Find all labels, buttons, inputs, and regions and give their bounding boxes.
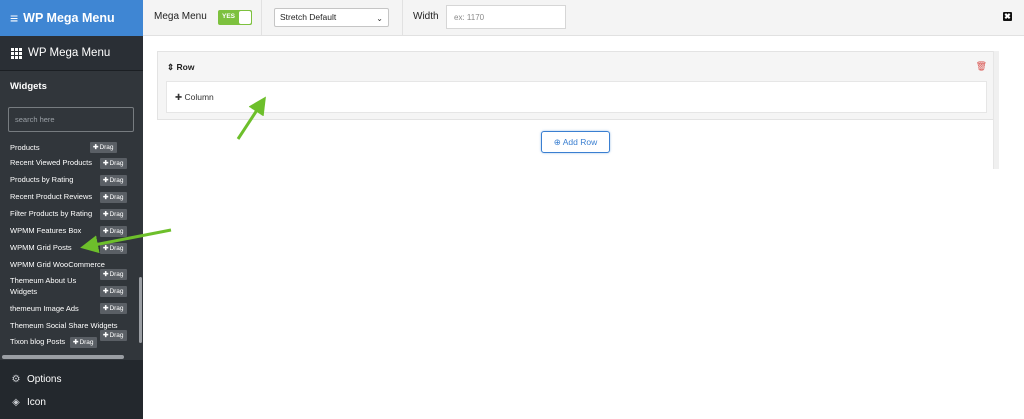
builder-scrollbar[interactable] xyxy=(993,51,999,169)
sidebar-item-icon[interactable]: ◈ Icon xyxy=(11,397,46,408)
column-label: Column xyxy=(184,92,214,102)
stretch-select[interactable]: Stretch Default ⌄ xyxy=(274,8,389,27)
widget-search-input[interactable] xyxy=(8,107,134,132)
plus-icon: ✚ xyxy=(93,144,99,151)
close-icon[interactable]: ✖ xyxy=(1003,12,1012,21)
plus-icon: ✚ xyxy=(73,339,79,346)
widget-name-line2: Widgets xyxy=(10,287,38,296)
drag-button[interactable]: ✚Drag xyxy=(100,192,127,203)
column-label-wrap: ✚ Column xyxy=(175,92,214,103)
widget-name: Tixon blog Posts xyxy=(10,337,66,346)
sidebar: ≡ WP Mega Menu WP Mega Menu Widgets Prod… xyxy=(0,0,143,419)
cube-icon: ◈ xyxy=(12,397,20,408)
widgets-horizontal-scrollbar[interactable] xyxy=(2,355,124,359)
widgets-heading: Widgets xyxy=(10,81,47,92)
drag-button[interactable]: ✚Drag xyxy=(100,209,127,220)
widget-name: Products by Rating xyxy=(10,175,74,184)
brand-header[interactable]: ≡ WP Mega Menu xyxy=(0,0,143,36)
drag-button[interactable]: ✚Drag xyxy=(100,226,127,237)
move-icon: ✚ xyxy=(175,92,183,102)
plus-icon: ✚ xyxy=(103,271,109,278)
settings-toolbar: Mega Menu YES Stretch Default ⌄ Width ✖ xyxy=(143,0,1024,36)
sort-icon: ⇕ xyxy=(167,62,175,72)
plus-icon: ✚ xyxy=(103,160,109,167)
row-container: ⇕ Row 🗑 ✚ Column xyxy=(157,51,995,120)
width-input[interactable] xyxy=(446,5,566,29)
widgets-vertical-scrollbar[interactable] xyxy=(139,277,142,343)
add-row-button[interactable]: ⊕ Add Row xyxy=(541,131,610,153)
mega-menu-label: Mega Menu xyxy=(154,11,207,22)
brand-title: WP Mega Menu xyxy=(23,11,115,25)
drag-button[interactable]: ✚Drag xyxy=(100,175,127,186)
plus-icon: ✚ xyxy=(103,228,109,235)
sidebar-item-label: Icon xyxy=(27,397,46,408)
plus-circle-icon: ⊕ xyxy=(553,137,561,147)
width-label: Width xyxy=(413,11,439,22)
widget-name: Recent Viewed Products xyxy=(10,158,92,167)
widget-name: WPMM Grid WooCommerce xyxy=(10,260,105,269)
add-row-label: Add Row xyxy=(562,137,598,147)
widget-name: WPMM Grid Posts xyxy=(10,243,72,252)
widgets-panel: Widgets Products ✚Drag Recent Viewed Pro… xyxy=(0,71,143,360)
widget-name: themeum Image Ads xyxy=(10,304,79,313)
plus-icon: ✚ xyxy=(103,194,109,201)
mega-menu-toggle[interactable]: YES xyxy=(218,10,252,25)
drag-button[interactable]: ✚Drag xyxy=(100,269,127,280)
sidebar-item-options[interactable]: ⚙ Options xyxy=(11,374,62,385)
widget-name: Filter Products by Rating xyxy=(10,209,93,218)
sidebar-item-label: Options xyxy=(27,374,62,385)
grid-icon xyxy=(11,47,22,59)
menu-item-wp-mega-menu[interactable]: WP Mega Menu xyxy=(0,36,143,71)
widget-name: WPMM Features Box xyxy=(10,226,82,235)
toggle-knob xyxy=(239,11,251,24)
trash-icon[interactable]: 🗑 xyxy=(976,61,987,72)
widget-name: Recent Product Reviews xyxy=(10,192,93,201)
chevron-down-icon: ⌄ xyxy=(376,14,383,23)
drag-button[interactable]: ✚Drag xyxy=(100,303,127,314)
column-dropzone[interactable]: ✚ Column xyxy=(166,81,987,113)
drag-button[interactable]: ✚Drag xyxy=(90,142,117,153)
plus-icon: ✚ xyxy=(103,332,109,339)
select-value: Stretch Default xyxy=(280,12,337,22)
plus-icon: ✚ xyxy=(103,305,109,312)
menu-item-label: WP Mega Menu xyxy=(28,47,111,59)
plus-icon: ✚ xyxy=(103,245,109,252)
drag-button[interactable]: ✚Drag xyxy=(70,337,97,348)
widget-name: Products xyxy=(10,143,40,152)
divider xyxy=(402,0,403,36)
widget-name-line1: Themeum About Us xyxy=(10,276,77,285)
drag-button[interactable]: ✚Drag xyxy=(100,330,127,341)
row-label: Row xyxy=(176,62,195,72)
plus-icon: ✚ xyxy=(103,211,109,218)
row-drag-handle[interactable]: ⇕ Row xyxy=(167,62,194,73)
hamburger-icon: ≡ xyxy=(10,10,19,26)
gear-icon: ⚙ xyxy=(11,374,21,385)
divider xyxy=(261,0,262,36)
plus-icon: ✚ xyxy=(103,288,109,295)
drag-button[interactable]: ✚Drag xyxy=(100,158,127,169)
plus-icon: ✚ xyxy=(103,177,109,184)
toggle-text: YES xyxy=(222,13,236,20)
drag-button[interactable]: ✚Drag xyxy=(100,286,127,297)
drag-button[interactable]: ✚Drag xyxy=(100,243,127,254)
